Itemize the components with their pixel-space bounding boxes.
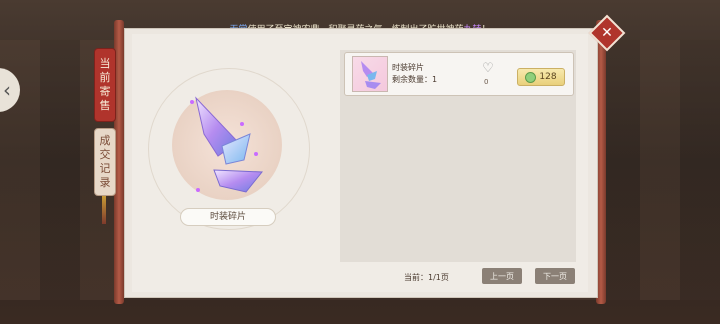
price-tag[interactable]: 128 — [517, 68, 565, 86]
quantity-value: 1 — [432, 75, 438, 84]
item-name-label: 时装碎片 — [180, 208, 276, 226]
wing-fragment-icon — [190, 96, 264, 193]
price-value: 128 — [539, 72, 557, 82]
listing-item-name: 时装碎片 — [392, 63, 424, 72]
tab-transaction-history[interactable]: 成交记录 — [94, 128, 116, 196]
prev-page-button[interactable]: 上一页 — [482, 268, 522, 284]
page-value: 1/1页 — [428, 273, 449, 282]
listing-thumbnail — [352, 56, 388, 92]
listing-quantity: 剩余数量：1 — [392, 74, 437, 85]
quantity-label: 剩余数量： — [392, 75, 432, 84]
coin-icon — [525, 71, 537, 83]
wing-thumb-icon — [361, 61, 381, 89]
page-label: 当前： — [404, 273, 428, 282]
heart-icon[interactable]: ♡ — [481, 62, 495, 76]
next-page-button[interactable]: 下一页 — [535, 268, 575, 284]
page-indicator: 当前：1/1页 — [404, 272, 449, 283]
like-count: 0 — [484, 78, 489, 86]
tab-current-sale[interactable]: 当前寄售 — [94, 48, 116, 122]
close-icon: ✕ — [601, 25, 613, 41]
tassel-ornament — [102, 196, 106, 224]
